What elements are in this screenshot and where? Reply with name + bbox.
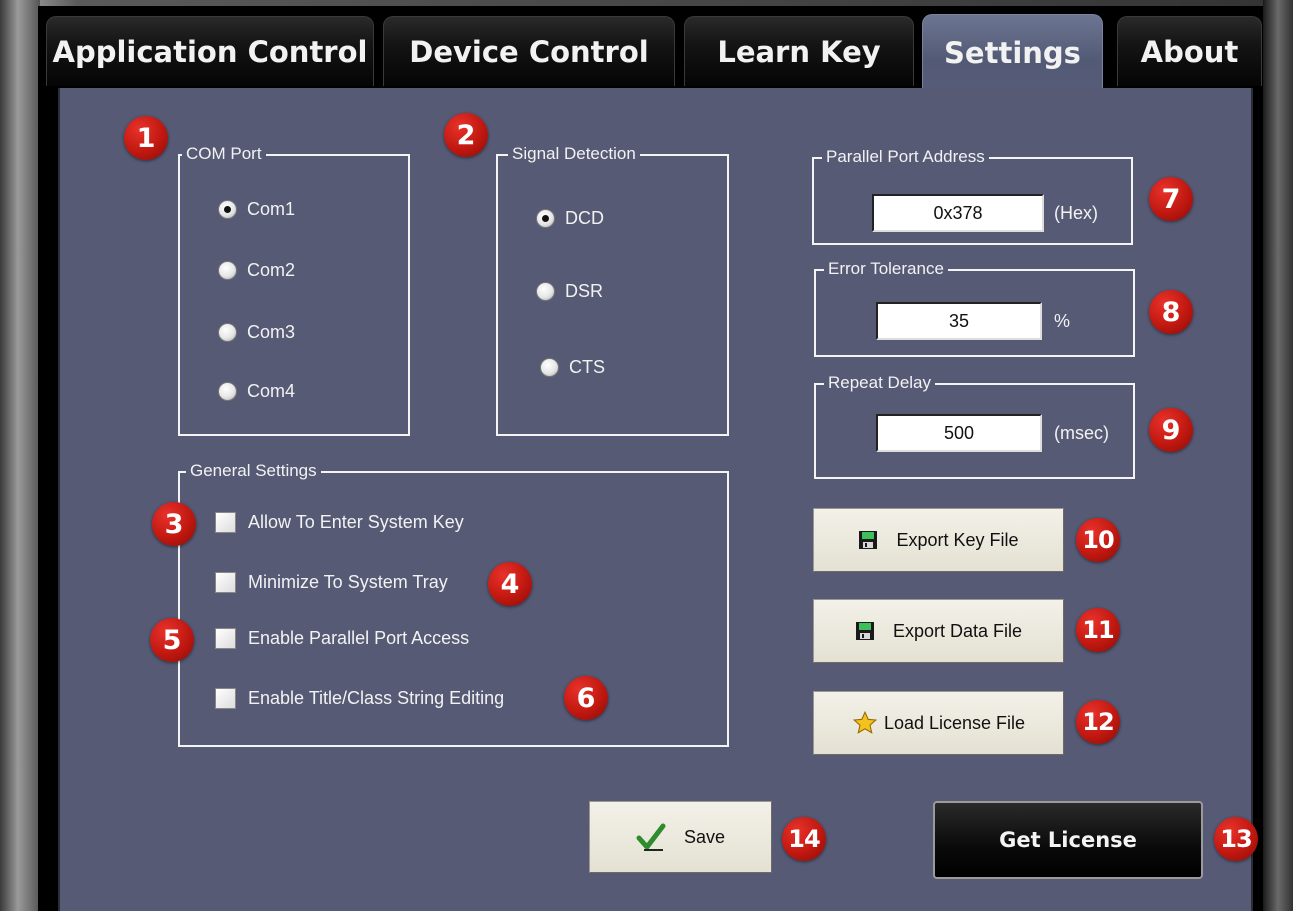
save-button[interactable]: Save <box>589 801 772 873</box>
parallel-port-input[interactable]: 0x378 <box>872 194 1044 232</box>
tab-application-control[interactable]: Application Control <box>46 16 374 86</box>
radio-com2-button[interactable] <box>218 261 237 280</box>
radio-dsr-label: DSR <box>565 281 604 301</box>
radio-cts-label: CTS <box>569 357 605 377</box>
checkbox-minimize-tray-box[interactable] <box>215 572 236 593</box>
callout-badge-7: 7 <box>1149 177 1193 221</box>
radio-com3-button[interactable] <box>218 323 237 342</box>
callout-badge-4: 4 <box>488 562 532 606</box>
export-key-file-label: Export Key File <box>896 529 1019 550</box>
left-frame-border <box>0 0 40 911</box>
signal-detection-group: Signal Detection <box>496 144 729 436</box>
callout-badge-12: 12 <box>1076 700 1120 744</box>
error-tolerance-unit: % <box>1054 311 1071 331</box>
load-license-file-label: Load License File <box>883 712 1026 733</box>
radio-com1-label: Com1 <box>247 199 296 219</box>
radio-dsr[interactable]: DSR <box>536 281 603 302</box>
repeat-delay-input[interactable]: 500 <box>876 414 1042 452</box>
checkbox-title-class-editing[interactable]: Enable Title/Class String Editing <box>215 688 504 709</box>
checkbox-parallel-port-access-box[interactable] <box>215 628 236 649</box>
radio-cts[interactable]: CTS <box>540 357 605 378</box>
callout-badge-5: 5 <box>150 618 194 662</box>
error-tolerance-title: Error Tolerance <box>824 259 948 279</box>
callout-badge-1: 1 <box>124 116 168 160</box>
radio-com2-label: Com2 <box>247 260 296 280</box>
checkbox-allow-system-key-box[interactable] <box>215 512 236 533</box>
checkmark-icon <box>636 822 666 852</box>
checkbox-title-class-editing-box[interactable] <box>215 688 236 709</box>
callout-badge-8: 8 <box>1149 290 1193 334</box>
checkbox-parallel-port-access[interactable]: Enable Parallel Port Access <box>215 628 469 649</box>
radio-cts-button[interactable] <box>540 358 559 377</box>
radio-com4-button[interactable] <box>218 382 237 401</box>
checkbox-parallel-port-access-label: Enable Parallel Port Access <box>248 628 470 648</box>
signal-detection-title: Signal Detection <box>508 144 640 164</box>
callout-badge-3: 3 <box>152 502 196 546</box>
repeat-delay-unit: (msec) <box>1054 423 1109 443</box>
checkbox-allow-system-key[interactable]: Allow To Enter System Key <box>215 512 464 533</box>
save-label: Save <box>683 826 726 847</box>
parallel-port-title: Parallel Port Address <box>822 147 989 167</box>
callout-badge-14: 14 <box>782 817 826 861</box>
checkbox-title-class-editing-label: Enable Title/Class String Editing <box>248 688 505 708</box>
floppy-disk-icon <box>858 530 878 550</box>
repeat-delay-title: Repeat Delay <box>824 373 936 393</box>
radio-dsr-button[interactable] <box>536 282 555 301</box>
export-data-file-label: Export Data File <box>892 620 1023 641</box>
export-key-file-button[interactable]: Export Key File <box>813 508 1064 572</box>
parallel-port-unit: (Hex) <box>1054 203 1098 223</box>
checkbox-allow-system-key-label: Allow To Enter System Key <box>248 512 464 532</box>
tab-learn-key[interactable]: Learn Key <box>684 16 914 86</box>
radio-com3-label: Com3 <box>247 322 296 342</box>
star-icon <box>852 710 878 736</box>
callout-badge-10: 10 <box>1076 518 1120 562</box>
checkbox-minimize-tray[interactable]: Minimize To System Tray <box>215 572 448 593</box>
callout-badge-6: 6 <box>564 676 608 720</box>
callout-badge-9: 9 <box>1149 408 1193 452</box>
right-frame-border <box>1263 0 1293 911</box>
general-settings-title: General Settings <box>186 461 321 481</box>
get-license-button[interactable]: Get License <box>933 801 1203 879</box>
radio-dcd-button[interactable] <box>536 209 555 228</box>
radio-dcd[interactable]: DCD <box>536 208 604 229</box>
callout-badge-13: 13 <box>1214 817 1258 861</box>
error-tolerance-input[interactable]: 35 <box>876 302 1042 340</box>
radio-com1-button[interactable] <box>218 200 237 219</box>
com-port-title: COM Port <box>182 144 266 164</box>
load-license-file-button[interactable]: Load License File <box>813 691 1064 755</box>
tab-settings[interactable]: Settings <box>922 14 1103 90</box>
radio-com2[interactable]: Com2 <box>218 260 295 281</box>
radio-com3[interactable]: Com3 <box>218 322 295 343</box>
tab-about[interactable]: About <box>1117 16 1262 86</box>
radio-com4[interactable]: Com4 <box>218 381 295 402</box>
floppy-disk-icon <box>855 621 875 641</box>
radio-dcd-label: DCD <box>565 208 604 228</box>
callout-badge-11: 11 <box>1076 608 1120 652</box>
radio-com1[interactable]: Com1 <box>218 199 295 220</box>
export-data-file-button[interactable]: Export Data File <box>813 599 1064 663</box>
radio-com4-label: Com4 <box>247 381 296 401</box>
tab-device-control[interactable]: Device Control <box>383 16 675 86</box>
callout-badge-2: 2 <box>444 113 488 157</box>
checkbox-minimize-tray-label: Minimize To System Tray <box>248 572 448 592</box>
